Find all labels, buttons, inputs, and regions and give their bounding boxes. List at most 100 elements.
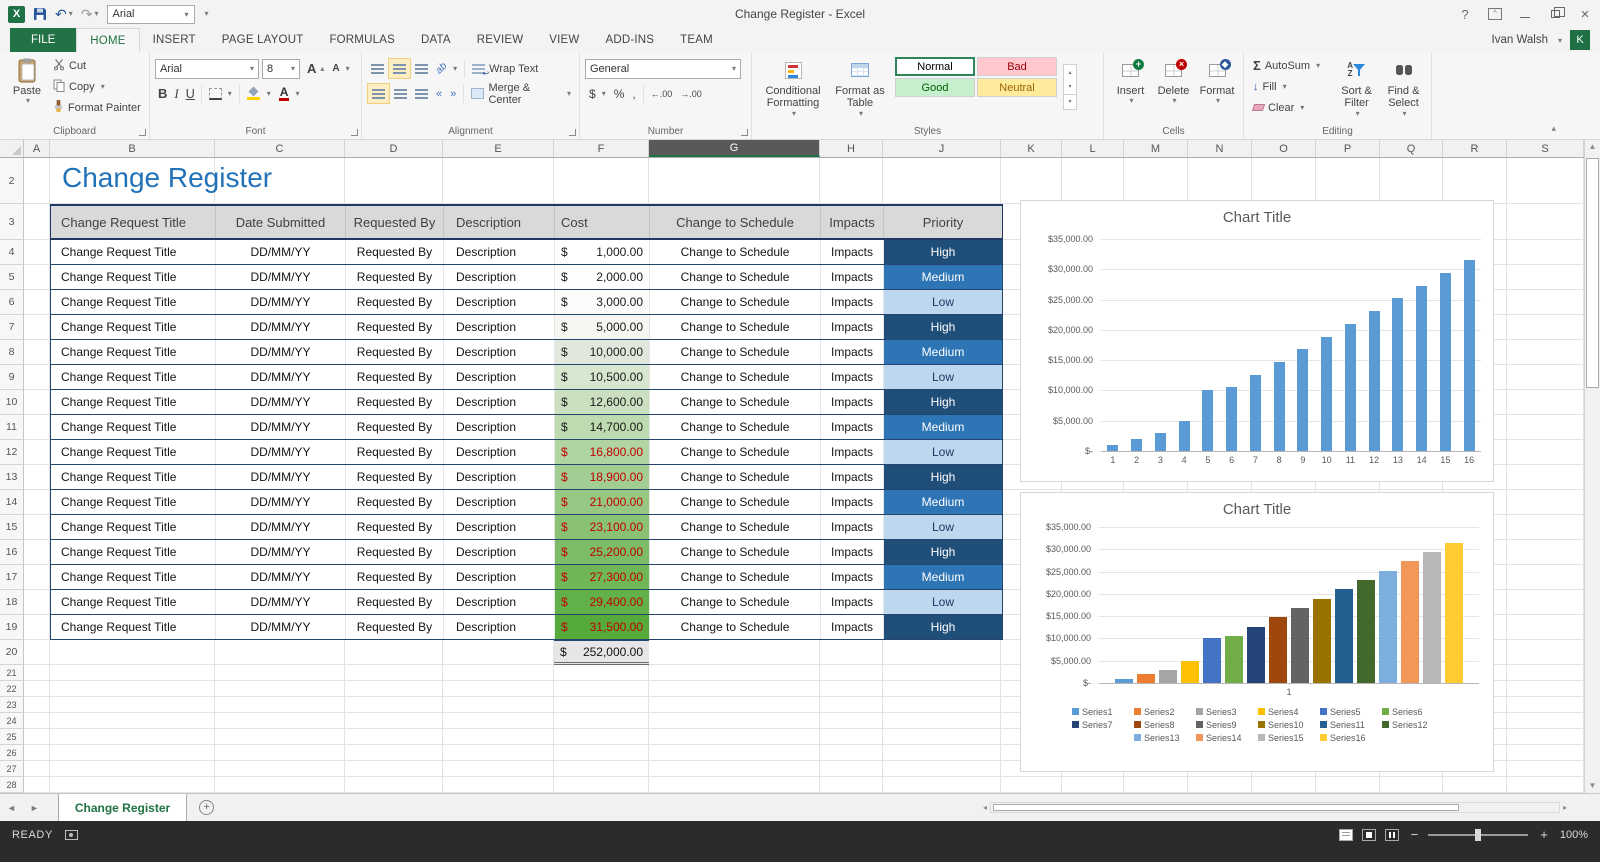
row-header-22[interactable]: 22 [0,681,24,697]
macro-record-icon[interactable] [65,830,78,840]
cell-date-submitted[interactable]: DD/MM/YY [216,540,346,564]
row-header-16[interactable]: 16 [0,540,24,565]
cell-change-to-schedule[interactable]: Change to Schedule [650,565,821,589]
qat-customize-button[interactable]: ▾ [203,7,209,21]
row-header-2[interactable]: 2 [0,158,24,204]
cell-impacts[interactable]: Impacts [821,490,884,514]
table-header-cell[interactable]: Description [444,206,555,238]
row-header-10[interactable]: 10 [0,390,24,415]
font-color-button[interactable]: A▾ [275,83,304,104]
cell-priority[interactable]: Medium [884,490,1002,514]
cell-change-to-schedule[interactable]: Change to Schedule [650,340,821,364]
cell-impacts[interactable]: Impacts [821,515,884,539]
cell-cost-total[interactable]: $252,000.00 [554,640,649,665]
cell-style-neutral[interactable]: Neutral [977,78,1057,97]
cell-request-title[interactable]: Change Request Title [51,240,216,264]
cell-cost[interactable]: $3,000.00 [555,290,650,314]
cell-change-to-schedule[interactable]: Change to Schedule [650,440,821,464]
cell-date-submitted[interactable]: DD/MM/YY [216,440,346,464]
column-header-Q[interactable]: Q [1380,140,1443,157]
cell-cost[interactable]: $10,500.00 [555,365,650,389]
row-header-15[interactable]: 15 [0,515,24,540]
horizontal-scrollbar[interactable]: ◂ ▸ [980,801,1570,814]
zoom-in-button[interactable]: + [1540,827,1548,842]
cell-description[interactable]: Description [444,515,555,539]
cell-priority[interactable]: High [884,540,1002,564]
cell-date-submitted[interactable]: DD/MM/YY [216,365,346,389]
cell-requested-by[interactable]: Requested By [346,265,444,289]
cell-cost[interactable]: $12,600.00 [555,390,650,414]
column-header-K[interactable]: K [1001,140,1062,157]
shrink-font-button[interactable]: A▾ [328,58,353,79]
row-header-27[interactable]: 27 [0,761,24,777]
cell-requested-by[interactable]: Requested By [346,465,444,489]
zoom-level[interactable]: 100% [1560,829,1588,841]
row-header-6[interactable]: 6 [0,290,24,315]
cell-impacts[interactable]: Impacts [821,265,884,289]
font-name-combo[interactable]: Arial▾ [155,59,259,79]
wrap-text-button[interactable]: Wrap Text [468,58,542,79]
user-name[interactable]: Ivan Walsh [1492,34,1548,46]
font-dialog-launcher[interactable] [351,129,358,136]
row-header-14[interactable]: 14 [0,490,24,515]
cell-cost[interactable]: $16,800.00 [555,440,650,464]
cell-request-title[interactable]: Change Request Title [51,590,216,614]
cell-request-title[interactable]: Change Request Title [51,540,216,564]
cell-priority[interactable]: High [884,465,1002,489]
cell-requested-by[interactable]: Requested By [346,615,444,639]
column-header-F[interactable]: F [554,140,649,157]
italic-button[interactable]: I [170,83,182,104]
orientation-button[interactable]: ab▾ [432,58,461,79]
cell-requested-by[interactable]: Requested By [346,365,444,389]
cell-change-to-schedule[interactable]: Change to Schedule [650,240,821,264]
ribbon-tab-data[interactable]: DATA [408,28,464,52]
ribbon-display-options-button[interactable]: ^ [1480,0,1510,28]
row-header-26[interactable]: 26 [0,745,24,761]
fill-color-button[interactable]: ▾ [243,83,275,104]
cell-cost[interactable]: $1,000.00 [555,240,650,264]
table-header-cell[interactable]: Date Submitted [216,206,346,238]
ribbon-tab-review[interactable]: REVIEW [464,28,537,52]
cell-cost[interactable]: $27,300.00 [555,565,650,589]
copy-button[interactable]: Copy▾ [49,76,145,97]
format-cells-button[interactable]: ◆ Format▾ [1195,55,1239,106]
cell-priority[interactable]: High [884,240,1002,264]
row-header-19[interactable]: 19 [0,615,24,640]
cell-description[interactable]: Description [444,490,555,514]
font-size-combo[interactable]: 8▾ [262,59,300,79]
decrease-decimal-button[interactable]: →.00 [676,83,706,104]
number-format-combo[interactable]: General▾ [585,59,741,79]
bold-button[interactable]: B [155,83,170,104]
borders-button[interactable]: ▾ [205,83,236,104]
row-header-25[interactable]: 25 [0,729,24,745]
clipboard-dialog-launcher[interactable] [139,129,146,136]
cell-change-to-schedule[interactable]: Change to Schedule [650,590,821,614]
column-header-L[interactable]: L [1062,140,1124,157]
qat-font-combo[interactable]: Arial▾ [107,5,195,24]
vertical-scrollbar[interactable]: ▲ ▼ [1584,140,1600,793]
row-header-12[interactable]: 12 [0,440,24,465]
cell-impacts[interactable]: Impacts [821,440,884,464]
cell-requested-by[interactable]: Requested By [346,565,444,589]
close-button[interactable]: × [1570,0,1600,28]
vertical-scroll-thumb[interactable] [1586,158,1599,388]
page-break-view-button[interactable] [1385,829,1399,841]
underline-button[interactable]: U [183,83,198,104]
worksheet-grid[interactable]: Change Register Chart Title $35,000.00$3… [0,158,1584,793]
cell-request-title[interactable]: Change Request Title [51,440,216,464]
cell-description[interactable]: Description [444,465,555,489]
cell-cost[interactable]: $25,200.00 [555,540,650,564]
cell-style-bad[interactable]: Bad [977,57,1057,76]
cell-date-submitted[interactable]: DD/MM/YY [216,515,346,539]
user-dropdown-icon[interactable]: ▾ [1558,36,1562,45]
cell-cost[interactable]: $29,400.00 [555,590,650,614]
align-middle-button[interactable] [388,58,411,79]
excel-app-icon[interactable]: X [8,6,25,23]
cell-impacts[interactable]: Impacts [821,590,884,614]
column-header-D[interactable]: D [345,140,443,157]
cell-description[interactable]: Description [444,590,555,614]
cell-cost[interactable]: $10,000.00 [555,340,650,364]
row-header-23[interactable]: 23 [0,697,24,713]
row-header-13[interactable]: 13 [0,465,24,490]
cell-date-submitted[interactable]: DD/MM/YY [216,265,346,289]
